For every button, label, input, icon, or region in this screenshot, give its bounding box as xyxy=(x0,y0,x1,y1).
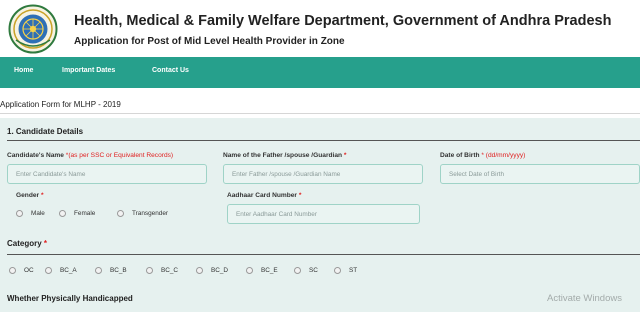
category-radio-oc[interactable]: OC xyxy=(9,265,34,275)
aadhaar-label: Aadhaar Card Number * xyxy=(227,192,302,199)
category-option-label: BC_A xyxy=(60,266,77,274)
radio-circle[interactable] xyxy=(45,266,52,274)
dob-input[interactable] xyxy=(440,164,640,184)
radio-circle[interactable] xyxy=(16,209,23,217)
category-option-label: BC_B xyxy=(110,266,127,274)
candidate-name-required-note: *(as per SSC or Equivalent Records) xyxy=(65,152,174,159)
radio-circle[interactable] xyxy=(95,266,102,274)
category-option-label: OC xyxy=(24,266,34,274)
category-label: Category * xyxy=(7,239,48,248)
section-title-candidate-details: 1. Candidate Details xyxy=(7,127,84,136)
radio-circle[interactable] xyxy=(246,266,253,274)
category-radio-bc-e[interactable]: BC_E xyxy=(246,265,278,275)
category-option-label: SC xyxy=(309,266,318,274)
category-radio-st[interactable]: ST xyxy=(334,265,357,275)
section-divider xyxy=(7,254,640,255)
category-required-mark: * xyxy=(43,239,48,248)
radio-circle[interactable] xyxy=(146,266,153,274)
radio-circle[interactable] xyxy=(9,266,16,274)
radio-circle[interactable] xyxy=(59,209,66,217)
gender-radio-transgender[interactable]: Transgender xyxy=(117,208,168,218)
gender-required-mark: * xyxy=(40,192,44,199)
gender-option-label: Male xyxy=(31,209,45,217)
nav-contact-us-link[interactable]: Contact Us xyxy=(152,67,189,74)
gender-radio-male[interactable]: Male xyxy=(16,208,45,218)
radio-circle[interactable] xyxy=(334,266,341,274)
page-subtitle: Application for Post of Mid Level Health… xyxy=(74,36,345,47)
category-option-label: BC_C xyxy=(161,266,179,274)
radio-circle[interactable] xyxy=(196,266,203,274)
candidate-name-input[interactable] xyxy=(7,164,207,184)
gender-option-label: Female xyxy=(74,209,96,217)
page-header: Health, Medical & Family Welfare Departm… xyxy=(0,0,640,57)
radio-circle[interactable] xyxy=(117,209,124,217)
category-radio-bc-d[interactable]: BC_D xyxy=(196,265,228,275)
category-radio-bc-a[interactable]: BC_A xyxy=(45,265,77,275)
category-option-label: BC_D xyxy=(211,266,229,274)
gender-radio-female[interactable]: Female xyxy=(59,208,95,218)
divider xyxy=(0,113,640,114)
category-option-label: BC_E xyxy=(261,266,278,274)
gender-option-label: Transgender xyxy=(132,209,168,217)
category-radio-bc-b[interactable]: BC_B xyxy=(95,265,127,275)
aadhaar-input[interactable] xyxy=(227,204,420,224)
candidate-name-label: Candidate's Name *(as per SSC or Equival… xyxy=(7,152,174,159)
andhra-pradesh-emblem-icon xyxy=(8,4,58,54)
top-nav-bar: Home Important Dates Contact Us xyxy=(0,57,640,88)
radio-circle[interactable] xyxy=(294,266,301,274)
category-radio-bc-c[interactable]: BC_C xyxy=(146,265,178,275)
physically-handicapped-label: Whether Physically Handicapped xyxy=(7,294,133,303)
section-divider xyxy=(7,140,640,141)
activate-windows-watermark: Activate Windows xyxy=(547,293,622,304)
gender-label: Gender * xyxy=(16,192,44,199)
dob-format-note: * (dd/mm/yyyy) xyxy=(481,152,526,159)
father-name-required-mark: * xyxy=(343,152,347,159)
aadhaar-required-mark: * xyxy=(298,192,302,199)
nav-important-dates-link[interactable]: Important Dates xyxy=(62,67,115,74)
page-title: Health, Medical & Family Welfare Departm… xyxy=(74,13,612,29)
dob-label: Date of Birth * (dd/mm/yyyy) xyxy=(440,152,526,159)
form-heading: Application Form for MLHP - 2019 xyxy=(0,100,121,109)
nav-home-link[interactable]: Home xyxy=(14,67,33,74)
father-name-label: Name of the Father /spouse /Guardian * xyxy=(223,152,347,159)
father-name-input[interactable] xyxy=(223,164,423,184)
category-radio-sc[interactable]: SC xyxy=(294,265,318,275)
category-option-label: ST xyxy=(349,266,358,274)
